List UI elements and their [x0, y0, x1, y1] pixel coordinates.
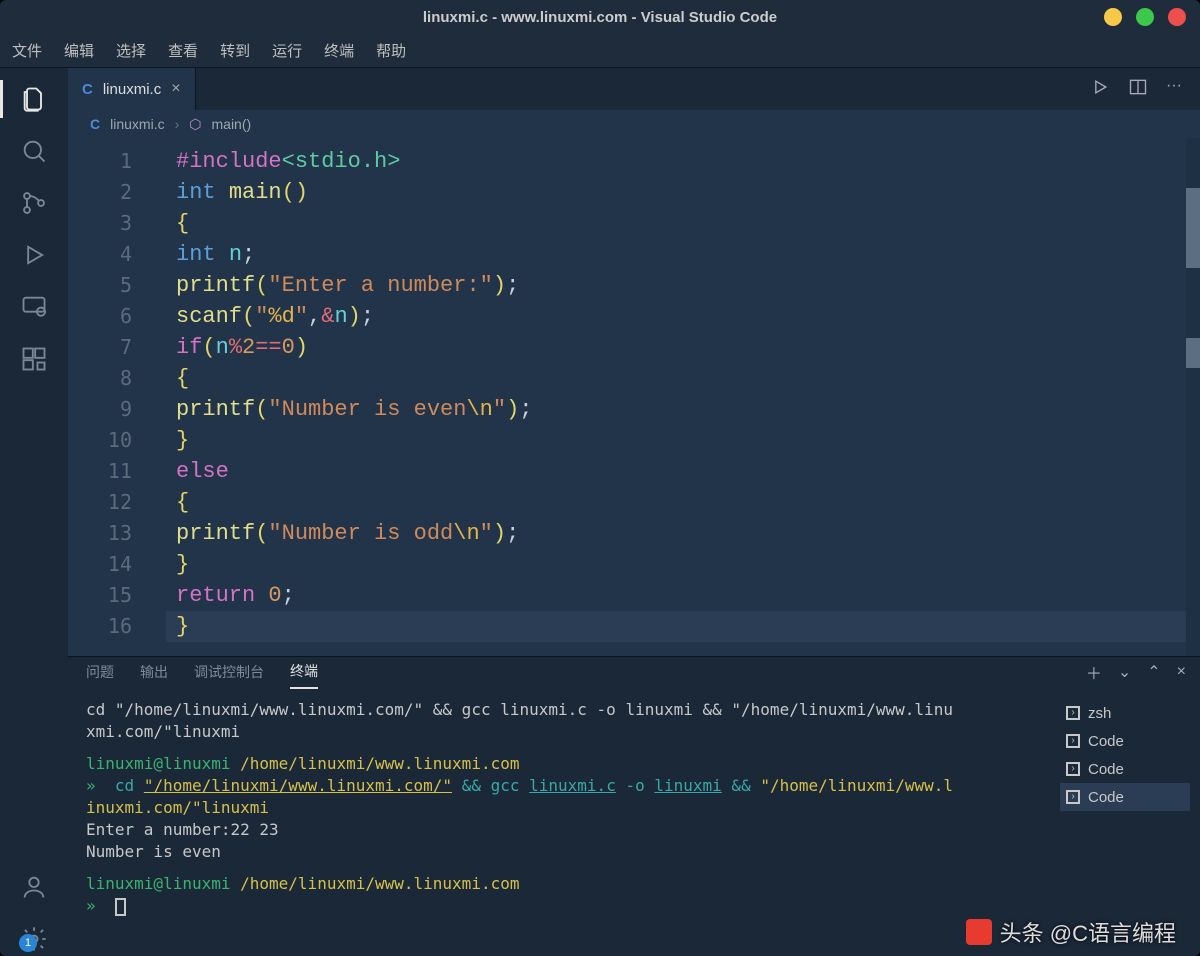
menu-item[interactable]: 终端 [324, 40, 354, 61]
explorer-icon[interactable] [17, 82, 51, 116]
run-debug-icon[interactable] [17, 238, 51, 272]
breadcrumb[interactable]: C linuxmi.c › ⬡ main() [68, 110, 1200, 138]
watermark: 头条 @C语言编程 [966, 916, 1176, 948]
menu-item[interactable]: 查看 [168, 40, 198, 61]
activity-bar: 1 [0, 68, 68, 956]
menu-item[interactable]: 运行 [272, 40, 302, 61]
panel-tab[interactable]: 输出 [140, 662, 168, 688]
terminal-list-item[interactable]: ›zsh [1060, 699, 1190, 727]
panel-tab[interactable]: 调试控制台 [194, 662, 264, 688]
menu-item[interactable]: 选择 [116, 40, 146, 61]
source-control-icon[interactable] [17, 186, 51, 220]
code-area[interactable]: #include<stdio.h>int main(){int n;printf… [176, 146, 1190, 642]
panel-tab[interactable]: 问题 [86, 662, 114, 688]
window-controls [1104, 8, 1186, 26]
window-title: linuxmi.c - www.linuxmi.com - Visual Stu… [423, 9, 777, 26]
search-icon[interactable] [17, 134, 51, 168]
chevron-right-icon: › [175, 116, 180, 132]
editor-tab[interactable]: C linuxmi.c × [68, 68, 196, 110]
close-panel-icon[interactable]: × [1177, 663, 1186, 687]
split-editor-icon[interactable] [1128, 77, 1148, 102]
menu-item[interactable]: 编辑 [64, 40, 94, 61]
terminal-list-item[interactable]: ›Code [1060, 755, 1190, 783]
account-icon[interactable] [17, 870, 51, 904]
terminal-list-item[interactable]: ›Code [1060, 727, 1190, 755]
terminal-cursor [115, 898, 126, 916]
symbol-icon: ⬡ [189, 116, 201, 133]
maximize-panel-icon[interactable]: ⌃ [1147, 662, 1160, 688]
new-terminal-icon[interactable]: ＋ [1086, 660, 1102, 690]
tab-label: linuxmi.c [103, 81, 161, 98]
terminal[interactable]: cd "/home/linuxmi/www.linuxmi.com/" && g… [68, 693, 1050, 956]
breadcrumb-symbol: main() [212, 116, 252, 132]
settings-badge: 1 [19, 934, 37, 952]
maximize-button[interactable] [1136, 8, 1154, 26]
menubar: 文件 编辑 选择 查看 转到 运行 终端 帮助 [0, 34, 1200, 68]
terminal-list-item[interactable]: ›Code [1060, 783, 1190, 811]
menu-item[interactable]: 文件 [12, 40, 42, 61]
code-editor[interactable]: 12345678910111213141516 #include<stdio.h… [68, 138, 1200, 656]
c-file-icon: C [90, 116, 100, 132]
panel-actions: ＋ ⌄ ⌃ × [1086, 660, 1186, 690]
line-gutter: 12345678910111213141516 [68, 146, 158, 642]
breadcrumb-file: linuxmi.c [110, 116, 164, 132]
close-window-button[interactable] [1168, 8, 1186, 26]
settings-icon[interactable]: 1 [17, 922, 51, 956]
remote-icon[interactable] [17, 290, 51, 324]
close-tab-icon[interactable]: × [171, 80, 180, 98]
toutiao-logo-icon [966, 919, 992, 945]
run-icon[interactable] [1090, 77, 1110, 102]
c-file-icon: C [82, 81, 93, 98]
minimize-button[interactable] [1104, 8, 1122, 26]
more-icon[interactable]: ··· [1166, 77, 1182, 102]
editor-actions: ··· [1090, 77, 1200, 102]
panel-tab[interactable]: 终端 [290, 661, 318, 689]
menu-item[interactable]: 转到 [220, 40, 250, 61]
menu-item[interactable]: 帮助 [376, 40, 406, 61]
terminal-dropdown-icon[interactable]: ⌄ [1118, 662, 1131, 688]
minimap[interactable] [1186, 138, 1200, 656]
extensions-icon[interactable] [17, 342, 51, 376]
titlebar: linuxmi.c - www.linuxmi.com - Visual Stu… [0, 0, 1200, 34]
bottom-panel: 问题输出调试控制台终端 ＋ ⌄ ⌃ × cd "/home/linuxmi/ww… [68, 656, 1200, 956]
tab-bar: C linuxmi.c × ··· [68, 68, 1200, 110]
panel-tabs: 问题输出调试控制台终端 ＋ ⌄ ⌃ × [68, 657, 1200, 693]
